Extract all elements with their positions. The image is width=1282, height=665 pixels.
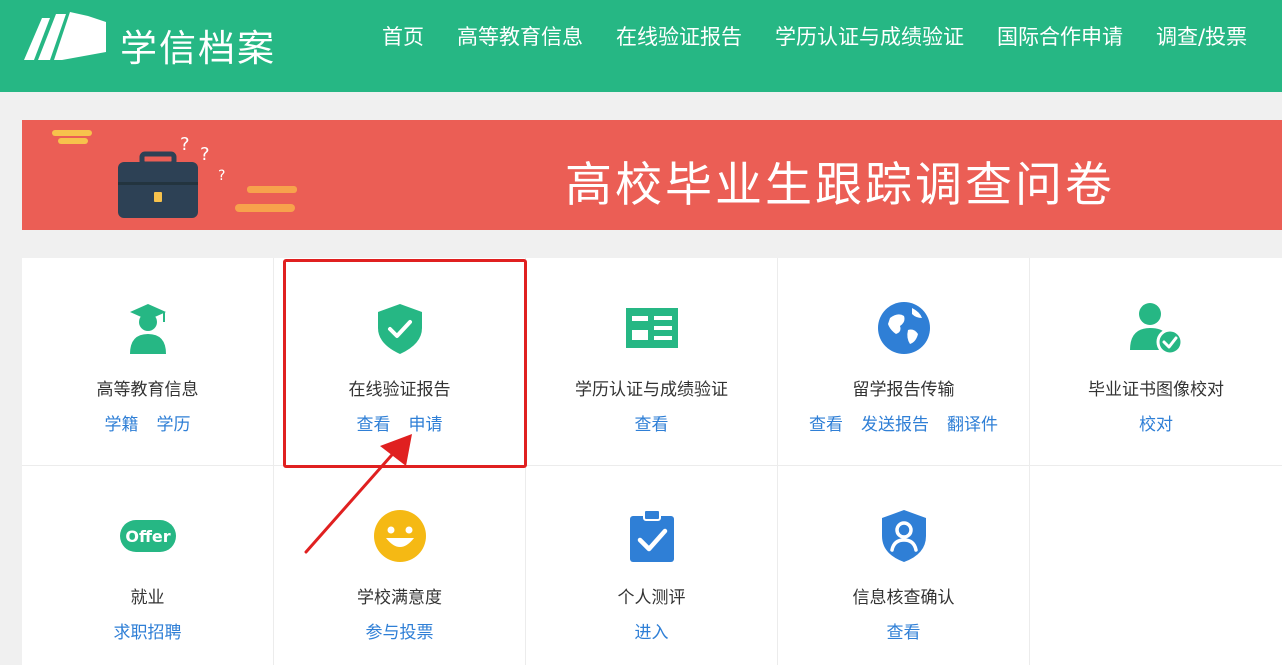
- svg-text:?: ?: [218, 168, 225, 184]
- main-nav: 首页 高等教育信息 在线验证报告 学历认证与成绩验证 国际合作申请 调查/投票: [382, 22, 1280, 52]
- service-links: 学籍 学历: [22, 410, 273, 435]
- link-vote[interactable]: 参与投票: [366, 623, 434, 643]
- service-card-assessment: 个人测评 进入: [526, 466, 778, 665]
- nav-item-online-report[interactable]: 在线验证报告: [616, 22, 742, 52]
- service-card-certification: 学历认证与成绩验证 查看: [526, 258, 778, 466]
- service-grid: 高等教育信息 学籍 学历 在线验证报告 查看 申请 学历认证与成绩验证 查看 留…: [22, 258, 1282, 665]
- link-job-search[interactable]: 求职招聘: [114, 623, 182, 643]
- service-card-study-abroad: 留学报告传输 查看 发送报告 翻译件: [778, 258, 1030, 466]
- briefcase-illustration: ? ? ?: [52, 130, 297, 218]
- nav-item-international[interactable]: 国际合作申请: [997, 22, 1123, 52]
- link-education-record[interactable]: 学历: [157, 415, 191, 435]
- shield-user-icon: [882, 510, 926, 562]
- link-translation[interactable]: 翻译件: [947, 415, 998, 435]
- service-links: 求职招聘: [22, 618, 273, 643]
- link-send-report[interactable]: 发送报告: [861, 415, 929, 435]
- offer-icon: Offer: [120, 520, 176, 552]
- link-view-certification[interactable]: 查看: [635, 415, 669, 435]
- service-links: 查看: [778, 618, 1029, 643]
- service-links: 进入: [526, 618, 777, 643]
- service-card-diploma-image: 毕业证书图像校对 校对: [1030, 258, 1282, 466]
- survey-banner[interactable]: ? ? ? 高校毕业生跟踪调查问卷: [22, 120, 1282, 230]
- service-title: 留学报告传输: [852, 380, 955, 400]
- service-links: 查看 发送报告 翻译件: [778, 410, 1029, 435]
- service-title: 学历认证与成绩验证: [575, 380, 728, 400]
- service-title: 毕业证书图像校对: [1088, 380, 1224, 400]
- service-title: 高等教育信息: [96, 380, 199, 400]
- globe-icon: [878, 302, 930, 354]
- clipboard-check-icon: [630, 509, 674, 562]
- service-card-education-info: 高等教育信息 学籍 学历: [22, 258, 274, 466]
- service-card-employment: Offer 就业 求职招聘: [22, 466, 274, 665]
- service-links: 校对: [1030, 410, 1282, 435]
- nav-item-home[interactable]: 首页: [382, 22, 424, 52]
- service-links: 查看: [526, 410, 777, 435]
- graduate-icon: [130, 304, 166, 354]
- brand-name[interactable]: 学信档案: [120, 18, 276, 72]
- link-enter-assessment[interactable]: 进入: [635, 623, 669, 643]
- nav-item-certification[interactable]: 学历认证与成绩验证: [775, 22, 964, 52]
- empty-card: [1030, 466, 1282, 665]
- nav-item-higher-education[interactable]: 高等教育信息: [457, 22, 583, 52]
- red-arrow-annotation: [304, 434, 412, 554]
- nav-item-survey[interactable]: 调查/投票: [1156, 22, 1247, 52]
- service-title: 就业: [130, 588, 165, 608]
- link-proofread[interactable]: 校对: [1139, 415, 1173, 435]
- svg-text:?: ?: [200, 144, 210, 165]
- svg-text:Offer: Offer: [125, 527, 170, 546]
- service-title: 学校满意度: [357, 588, 442, 608]
- link-student-status[interactable]: 学籍: [105, 415, 139, 435]
- user-check-icon: [1130, 303, 1184, 356]
- logo-icon[interactable]: [22, 10, 110, 62]
- link-view-verification[interactable]: 查看: [887, 623, 921, 643]
- top-header: 学信档案 首页 高等教育信息 在线验证报告 学历认证与成绩验证 国际合作申请 调…: [0, 0, 1282, 92]
- banner-title: 高校毕业生跟踪调查问卷: [565, 158, 1115, 213]
- service-title: 个人测评: [617, 588, 686, 608]
- service-card-info-verify: 信息核查确认 查看: [778, 466, 1030, 665]
- service-title: 信息核查确认: [852, 588, 955, 608]
- service-links: 参与投票: [274, 618, 525, 643]
- link-view-transfer[interactable]: 查看: [809, 415, 843, 435]
- svg-text:?: ?: [180, 134, 190, 155]
- id-card-icon: [626, 308, 678, 348]
